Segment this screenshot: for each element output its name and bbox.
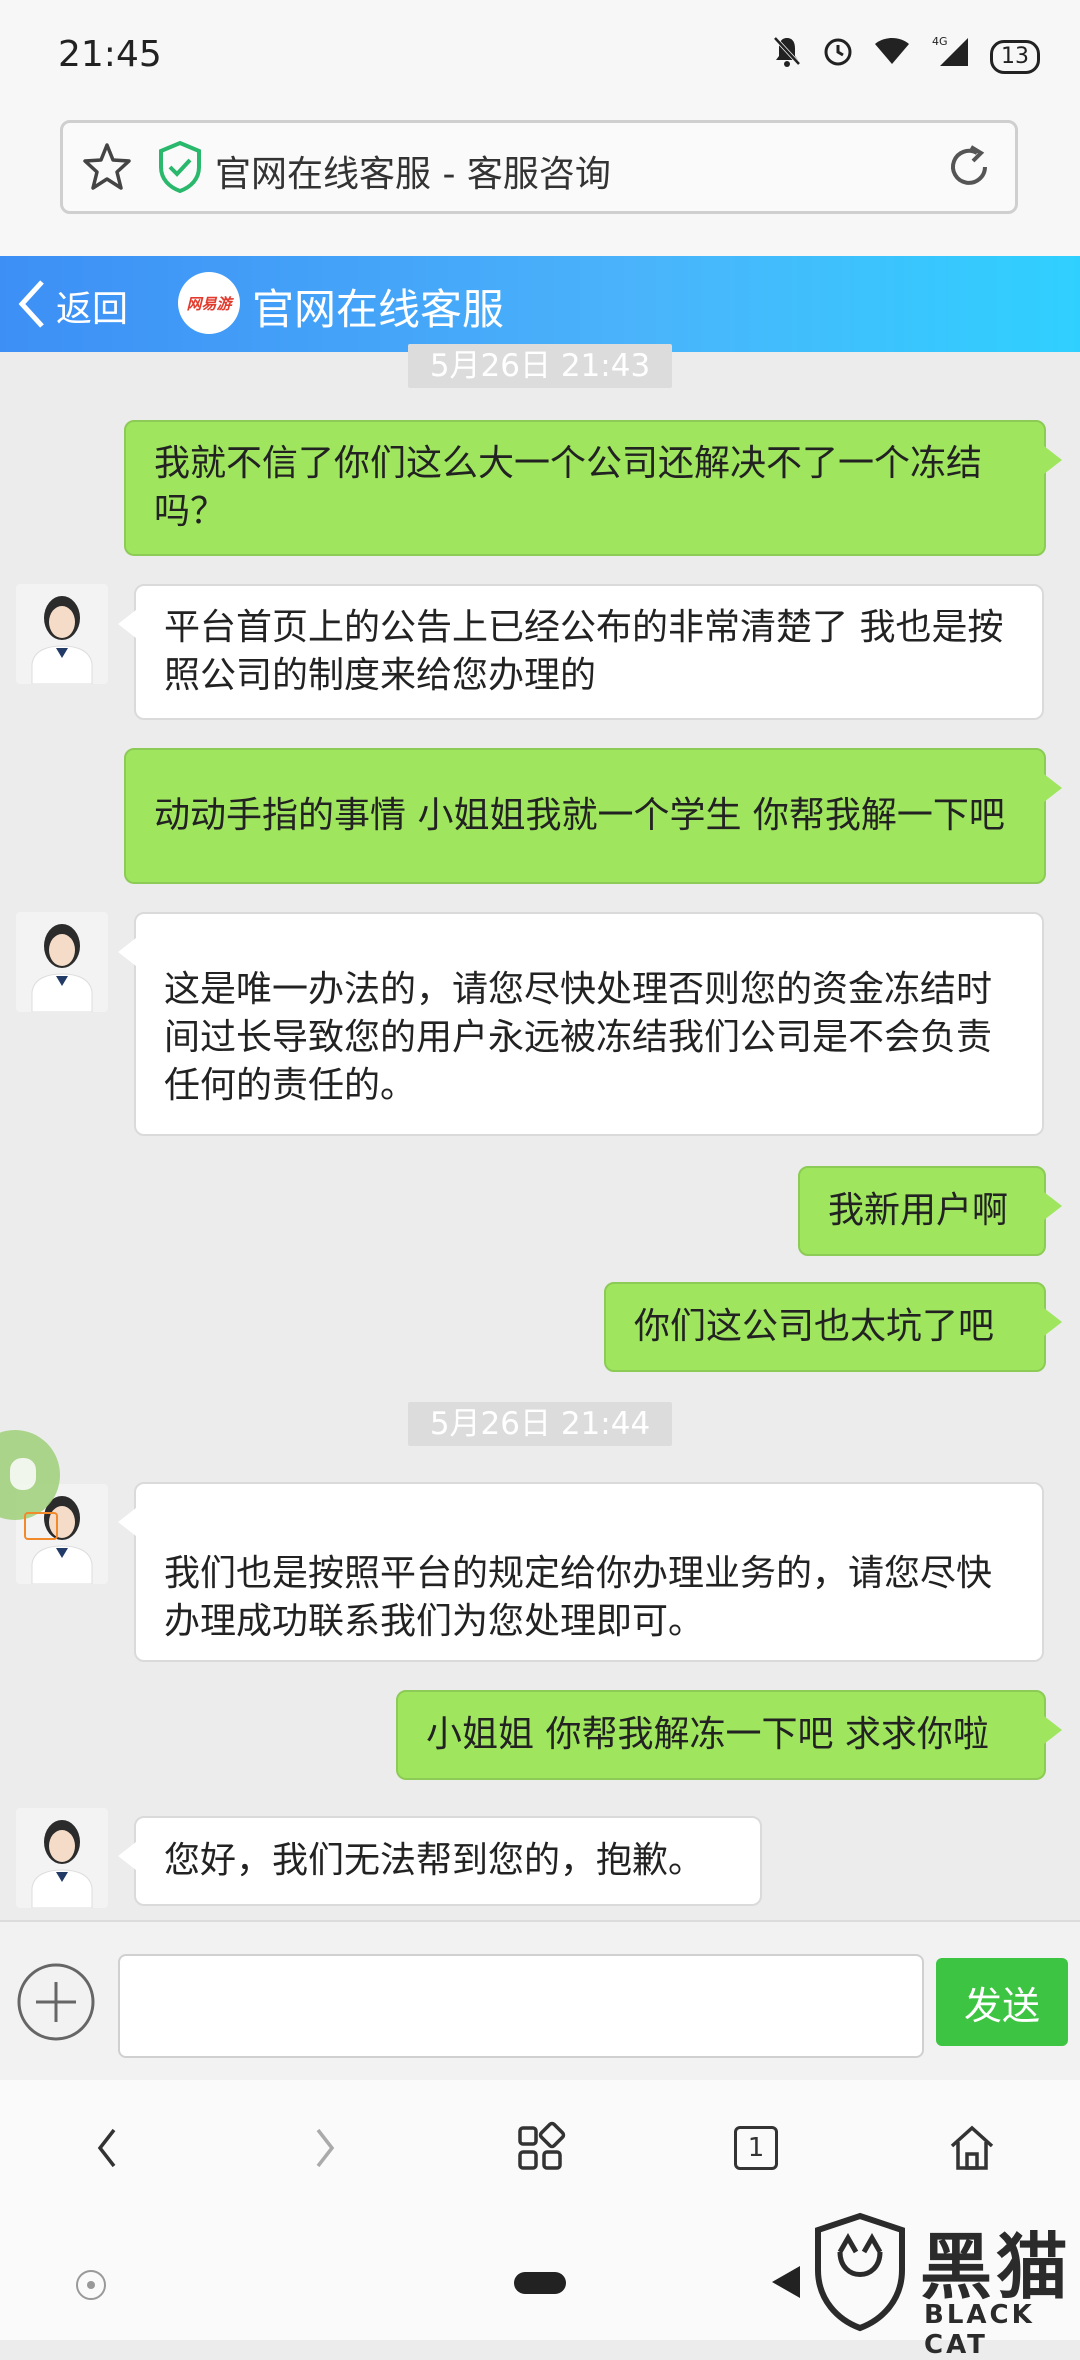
tabs-button[interactable]: 1 [728,2120,784,2176]
message-outgoing: 动动手指的事情 小姐姐我就一个学生 你帮我解一下吧 [124,748,1062,884]
message-input[interactable] [118,1954,924,2058]
agent-avatar [16,584,108,684]
apps-grid-icon[interactable] [512,2120,568,2176]
page-title: 官网在线客服 - 客服咨询 [215,154,611,195]
reload-icon[interactable] [941,139,997,195]
svg-text:4G: 4G [932,35,948,48]
battery-icon: 13 [990,39,1040,74]
timestamp: 5月26日 21:43 [408,344,672,388]
star-icon[interactable] [79,139,135,195]
home-icon[interactable] [944,2120,1000,2176]
status-icons: 4G 13 [772,34,1040,79]
message-incoming: 您好，我们无法帮到您的，抱歉。 [118,1816,762,1906]
message-incoming: 这是唯一办法的，请您尽快处理否则您的资金冻结时间过长导致您的用户永远被冻结我们公… [118,912,1044,1136]
recent-apps-icon[interactable] [76,2270,106,2300]
timestamp: 5月26日 21:44 [408,1402,672,1446]
message-outgoing: 你们这公司也太坑了吧 [604,1282,1062,1372]
message-outgoing: 我新用户啊 [798,1166,1062,1256]
nav-home-pill[interactable] [514,2272,566,2294]
cat-shield-icon [815,2212,905,2332]
message-incoming: 我们也是按照平台的规定给你办理业务的，请您尽快办理成功联系我们为您处理即可。 [118,1482,1044,1662]
brand-logo: 网易游 [178,272,240,334]
agent-avatar [16,912,108,1012]
message-outgoing: 小姐姐 你帮我解冻一下吧 求求你啦 [396,1690,1062,1780]
input-bar: 发送 [0,1920,1080,2082]
agent-avatar [16,1808,108,1908]
back-arrow-icon[interactable] [80,2120,136,2176]
forward-arrow-icon[interactable] [296,2120,352,2176]
chevron-left-icon[interactable] [14,276,50,332]
shield-check-icon [159,140,201,194]
alarm-icon [822,35,854,78]
chat-title: 官网在线客服 [252,285,505,334]
plus-icon[interactable] [16,1962,96,2042]
tab-count: 1 [734,2126,778,2170]
status-bar: 21:45 4G 13 [0,0,1080,110]
browser-url-area: 官网在线客服 - 客服咨询 [0,110,1080,256]
send-button[interactable]: 发送 [936,1958,1068,2046]
nav-back-icon[interactable] [772,2266,800,2298]
watermark: 黑猫 BLACK CAT [800,2212,1080,2360]
url-bar[interactable]: 官网在线客服 - 客服咨询 [60,120,1018,214]
chat-header: 返回 网易游 官网在线客服 [0,256,1080,352]
floating-tag-icon [24,1512,58,1540]
back-button[interactable]: 返回 [56,280,128,332]
signal-4g-icon: 4G [930,34,970,79]
watermark-text: 黑猫 [920,2225,1073,2309]
browser-toolbar: 1 [0,2080,1080,2216]
message-outgoing: 我就不信了你们这么大一个公司还解决不了一个冻结吗？ [124,420,1062,556]
watermark-subtext: BLACK CAT [924,2300,1035,2360]
status-time: 21:45 [58,34,162,75]
wifi-icon [874,36,910,77]
message-incoming: 平台首页上的公告上已经公布的非常清楚了 我也是按照公司的制度来给您办理的 [118,584,1044,720]
mute-icon [772,34,802,79]
